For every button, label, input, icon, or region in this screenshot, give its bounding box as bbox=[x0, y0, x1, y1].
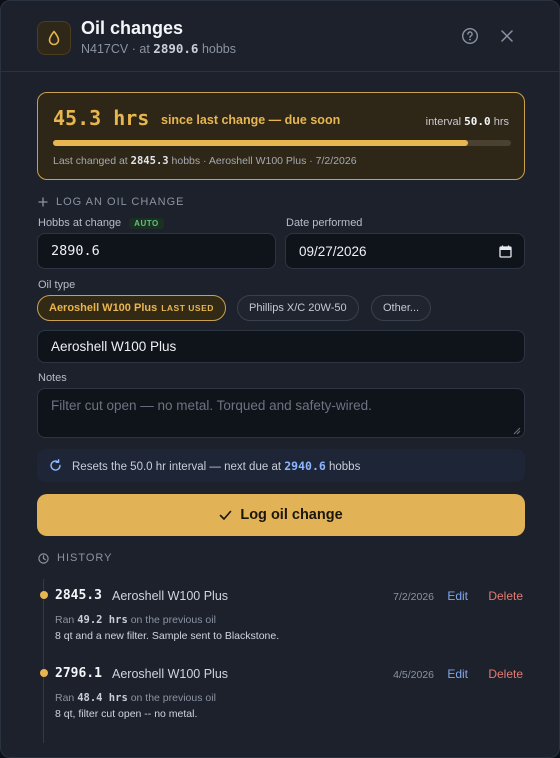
auto-badge: AUTO bbox=[129, 217, 164, 229]
next-due-hobbs: 2940.6 bbox=[284, 458, 326, 473]
check-icon bbox=[220, 510, 232, 520]
history-date: 7/2/2026 bbox=[393, 591, 434, 603]
date-input[interactable]: 09/27/2026 bbox=[285, 233, 525, 269]
dialog-subtitle: N417CV · at 2890.6 hobbs bbox=[81, 41, 236, 56]
history-timeline bbox=[43, 579, 44, 743]
oil-changes-dialog: Oil changes N417CV · at 2890.6 hobbs 45.… bbox=[0, 0, 560, 758]
help-circle-icon bbox=[461, 27, 479, 45]
history-ran-text: Ran 49.2 hrs on the previous oil bbox=[55, 614, 216, 626]
hobbs-label: Hobbs at change AUTO bbox=[38, 217, 164, 229]
hobbs-unit: hobbs bbox=[201, 42, 236, 56]
history-note: 8 qt, filter cut open -- no metal. bbox=[55, 708, 198, 720]
dialog-header: Oil changes N417CV · at 2890.6 hobbs bbox=[1, 1, 559, 72]
hours-since-change: 45.3 hrs bbox=[53, 106, 150, 130]
history-delete-button[interactable]: Delete bbox=[488, 667, 523, 681]
history-hobbs: 2845.3 bbox=[55, 588, 102, 603]
history-oil: Aeroshell W100 Plus bbox=[112, 589, 229, 603]
log-oil-change-button[interactable]: Log oil change bbox=[37, 494, 525, 536]
calendar-icon[interactable] bbox=[499, 245, 512, 258]
history-delete-button[interactable]: Delete bbox=[488, 589, 523, 603]
interval-progress-bar bbox=[53, 140, 511, 146]
oil-chip-aeroshell[interactable]: Aeroshell W100 Plus LAST USED bbox=[37, 295, 226, 321]
at-label: at bbox=[139, 42, 150, 56]
plus-icon bbox=[38, 197, 48, 207]
history-date: 4/5/2026 bbox=[393, 669, 434, 681]
due-status-text: since last change — due soon bbox=[161, 113, 341, 127]
history-edit-button[interactable]: Edit bbox=[447, 589, 468, 603]
help-button[interactable] bbox=[459, 25, 481, 47]
oil-status-card: 45.3 hrs since last change — due soon in… bbox=[37, 92, 525, 180]
current-hobbs: 2890.6 bbox=[153, 41, 199, 56]
clock-icon bbox=[38, 552, 49, 564]
interval-progress-fill bbox=[53, 140, 468, 146]
log-section-header: LOG AN OIL CHANGE bbox=[38, 196, 184, 208]
history-ran-text: Ran 48.4 hrs on the previous oil bbox=[55, 692, 216, 704]
timeline-dot bbox=[40, 669, 48, 677]
timeline-dot bbox=[40, 591, 48, 599]
history-edit-button[interactable]: Edit bbox=[447, 667, 468, 681]
reset-info-bar: Resets the 50.0 hr interval — next due a… bbox=[37, 449, 525, 482]
notes-textarea[interactable]: Filter cut open — no metal. Torqued and … bbox=[37, 388, 525, 438]
date-label: Date performed bbox=[286, 217, 363, 229]
history-oil: Aeroshell W100 Plus bbox=[112, 667, 229, 681]
hobbs-input[interactable]: 2890.6 bbox=[37, 233, 276, 269]
history-section-header: HISTORY bbox=[38, 552, 113, 564]
oil-drop-icon bbox=[37, 21, 71, 55]
history-note: 8 qt and a new filter. Sample sent to Bl… bbox=[55, 630, 280, 642]
close-button[interactable] bbox=[496, 25, 518, 47]
resize-handle-icon[interactable] bbox=[513, 427, 521, 435]
notes-label: Notes bbox=[38, 372, 67, 384]
interval-readout: interval 50.0 hrs bbox=[425, 115, 509, 128]
date-value: 09/27/2026 bbox=[299, 243, 367, 259]
last-used-tag: LAST USED bbox=[161, 303, 214, 313]
close-icon bbox=[501, 30, 513, 42]
tail-number: N417CV bbox=[81, 42, 129, 56]
refresh-icon bbox=[50, 459, 61, 471]
oil-chip-other[interactable]: Other... bbox=[371, 295, 432, 321]
oil-type-label: Oil type bbox=[38, 279, 76, 291]
history-hobbs: 2796.1 bbox=[55, 666, 102, 681]
dialog-title: Oil changes bbox=[81, 18, 184, 38]
oil-chip-phillips[interactable]: Phillips X/C 20W-50 bbox=[237, 295, 359, 321]
last-changed-text: Last changed at 2845.3 hobbs · Aeroshell… bbox=[53, 155, 357, 167]
oil-type-input[interactable]: Aeroshell W100 Plus bbox=[37, 330, 525, 363]
